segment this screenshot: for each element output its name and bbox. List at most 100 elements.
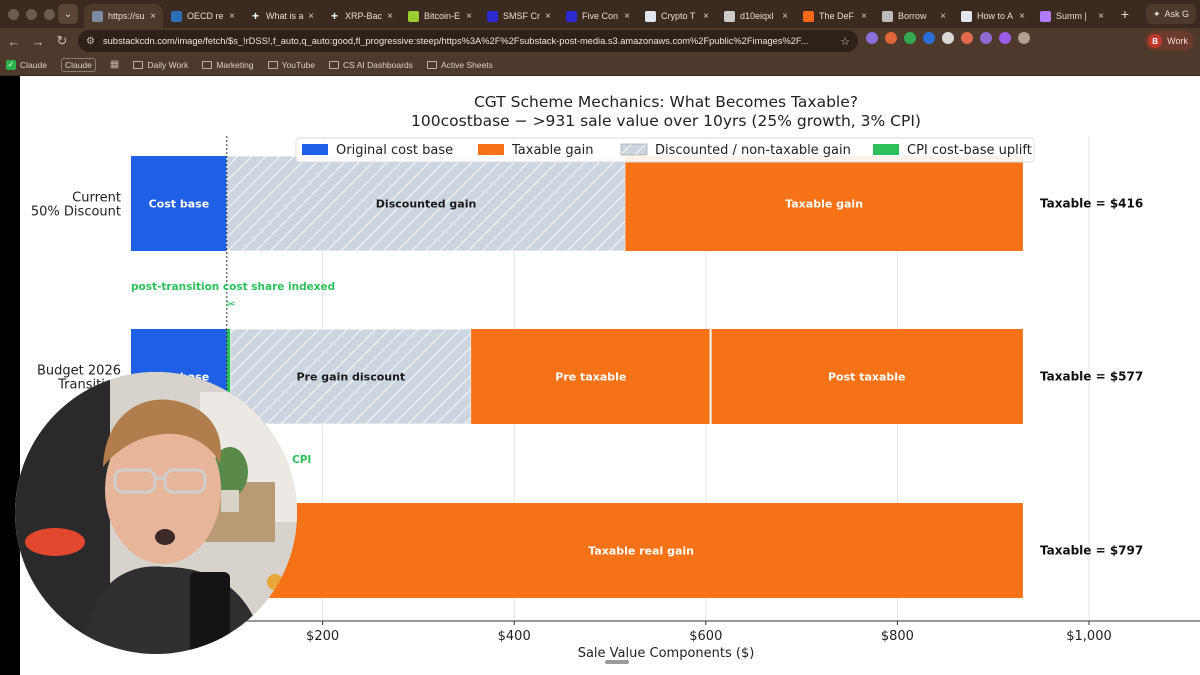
- close-tab-icon[interactable]: ×: [384, 11, 396, 22]
- tab-title: Crypto T: [661, 11, 696, 21]
- tab-title: d10eiqxl: [740, 11, 774, 21]
- close-tab-icon[interactable]: ×: [542, 11, 554, 22]
- tab-search-icon[interactable]: ⌄: [58, 4, 78, 24]
- legend-swatch: [302, 144, 328, 155]
- oecd-icon: [171, 10, 182, 22]
- extension-icon[interactable]: [980, 32, 992, 44]
- bookmark-item[interactable]: Daily Work: [133, 60, 188, 70]
- bookmark-label: Daily Work: [147, 59, 189, 70]
- folder-icon: [426, 60, 437, 69]
- folder-icon: [133, 60, 144, 69]
- bookmark-label: Claude: [20, 59, 47, 70]
- legend-swatch: [620, 143, 648, 156]
- close-tab-icon[interactable]: ×: [779, 11, 791, 22]
- profile-button[interactable]: B Work: [1145, 31, 1194, 51]
- tab-13[interactable]: Summ | ×: [1032, 4, 1111, 28]
- extension-icon[interactable]: [961, 32, 973, 44]
- taxable-total-label: Taxable = $577: [1040, 370, 1143, 384]
- taxable-total-label: Taxable = $797: [1040, 544, 1143, 558]
- tab-6[interactable]: SMSF Cr ×: [479, 4, 558, 28]
- bookmark-star-icon[interactable]: ☆: [840, 35, 850, 48]
- forward-icon[interactable]: →: [26, 34, 50, 49]
- close-tab-icon[interactable]: ×: [700, 11, 712, 22]
- legend-label: Discounted / non-taxable gain: [655, 143, 851, 158]
- bitcoin-icon: [408, 10, 419, 22]
- segment-label: Taxable real gain: [588, 545, 694, 558]
- new-tab-button[interactable]: +: [1113, 6, 1137, 22]
- x-tick-label: $600: [689, 629, 722, 644]
- summ-icon: [1040, 10, 1051, 22]
- segment-label: Taxable gain: [785, 198, 863, 211]
- folder-icon: [329, 60, 339, 69]
- scroll-indicator[interactable]: [605, 660, 629, 664]
- extension-icon[interactable]: [999, 32, 1011, 44]
- legend-swatch: [478, 144, 504, 155]
- x-axis-label: Sale Value Components ($): [578, 646, 755, 661]
- maximize-window-button[interactable]: [44, 8, 55, 20]
- tab-1[interactable]: https://su ×: [84, 4, 163, 28]
- tab-12[interactable]: How to A ×: [953, 4, 1032, 28]
- extension-icon[interactable]: [942, 32, 954, 44]
- bookmark-item[interactable]: Active Sheets: [426, 59, 493, 70]
- tab-list: https://su × OECD re × + What is a × + XRP-Bac × B…: [84, 0, 1111, 28]
- close-tab-icon[interactable]: ×: [463, 11, 475, 22]
- bookmark-label: YouTube: [281, 59, 315, 70]
- tab-2[interactable]: OECD re ×: [163, 4, 242, 28]
- tab-5[interactable]: Bitcoin-E ×: [400, 4, 479, 28]
- taxable-total-label: Taxable = $416: [1040, 197, 1143, 211]
- tab-11[interactable]: Borrow ×: [874, 4, 953, 28]
- extension-icon[interactable]: [923, 32, 935, 44]
- back-icon[interactable]: ←: [2, 34, 26, 49]
- bookmark-item[interactable]: ✓ Claude: [6, 59, 47, 70]
- close-window-button[interactable]: [8, 8, 19, 20]
- close-tab-icon[interactable]: ×: [147, 11, 159, 22]
- url-text[interactable]: substackcdn.com/image/fetch/$s_!rDSS!,f_…: [103, 36, 834, 46]
- substack-icon: [803, 10, 814, 22]
- webcam-overlay: [15, 372, 297, 654]
- close-tab-icon[interactable]: ×: [1016, 11, 1028, 22]
- folder-icon: [202, 60, 213, 69]
- close-tab-icon[interactable]: ×: [1095, 11, 1107, 22]
- close-tab-icon[interactable]: ×: [858, 11, 870, 22]
- row-label: 50% Discount: [31, 205, 121, 220]
- close-tab-icon[interactable]: ×: [621, 11, 633, 22]
- tab-8[interactable]: Crypto T ×: [637, 4, 716, 28]
- tab-3[interactable]: + What is a ×: [242, 4, 321, 28]
- tab-title: OECD re: [187, 11, 224, 21]
- extension-icon[interactable]: [1018, 32, 1030, 44]
- plus-icon: +: [251, 9, 259, 23]
- smsf-icon: [487, 10, 498, 22]
- tab-7[interactable]: Five Con ×: [558, 4, 637, 28]
- ask-gemini-button[interactable]: ✦ Ask G: [1145, 4, 1196, 24]
- annotation-text: CPI: [292, 454, 311, 466]
- bookmark-item[interactable]: ▦: [110, 59, 119, 70]
- segment-label: Discounted gain: [376, 198, 477, 211]
- site-info-icon[interactable]: ⚙: [86, 36, 95, 47]
- minimize-window-button[interactable]: [26, 8, 37, 20]
- extension-icon[interactable]: [904, 32, 916, 44]
- close-tab-icon[interactable]: ×: [226, 11, 238, 22]
- extension-icon[interactable]: [866, 32, 878, 44]
- bookmark-item[interactable]: YouTube: [267, 59, 315, 70]
- extension-icon[interactable]: [885, 32, 897, 44]
- check-icon: ✓: [6, 59, 16, 70]
- x-tick-label: $1,000: [1066, 629, 1112, 644]
- bookmark-label: Active Sheets: [440, 59, 493, 70]
- bookmark-item[interactable]: Claude: [60, 57, 96, 72]
- k-icon: [645, 10, 656, 22]
- tab-9[interactable]: d10eiqxl ×: [716, 4, 795, 28]
- reload-icon[interactable]: ↻: [50, 33, 74, 49]
- x-tick-label: $800: [881, 629, 914, 644]
- close-tab-icon[interactable]: ×: [937, 11, 949, 22]
- bookmark-item[interactable]: CS AI Dashboards: [329, 60, 413, 70]
- tab-4[interactable]: + XRP-Bac ×: [321, 4, 400, 28]
- close-tab-icon[interactable]: ×: [305, 11, 317, 22]
- bookmark-item[interactable]: Marketing: [202, 60, 254, 70]
- legend-label: CPI cost-base uplift: [907, 143, 1032, 158]
- folder-icon: [267, 60, 278, 69]
- segment-label: Cost base: [149, 198, 210, 211]
- address-bar[interactable]: ⚙ substackcdn.com/image/fetch/$s_!rDSS!,…: [78, 30, 858, 52]
- tab-strip: ⌄ https://su × OECD re × + What is a × + XRP-Bac…: [0, 0, 1200, 28]
- tab-10[interactable]: The DeF ×: [795, 4, 874, 28]
- ask-label: Ask G: [1164, 9, 1189, 19]
